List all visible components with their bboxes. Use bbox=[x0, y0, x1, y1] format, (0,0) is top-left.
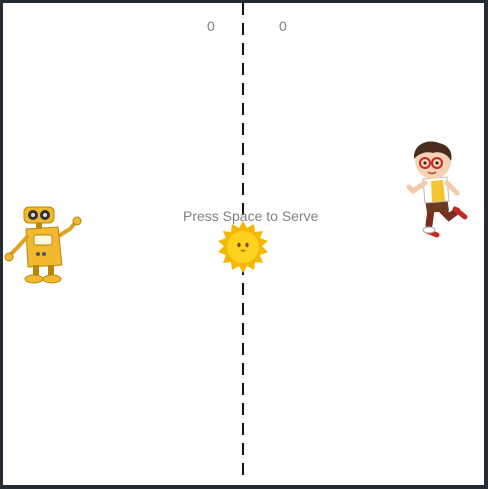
game-field[interactable]: 0 0 Press Space to Serve bbox=[3, 3, 484, 485]
score-left: 0 bbox=[207, 18, 215, 34]
boy-icon bbox=[406, 141, 468, 238]
serve-message: Press Space to Serve bbox=[183, 208, 319, 224]
robot-icon bbox=[4, 206, 82, 284]
score-right: 0 bbox=[279, 18, 287, 34]
sun-icon bbox=[218, 221, 268, 273]
